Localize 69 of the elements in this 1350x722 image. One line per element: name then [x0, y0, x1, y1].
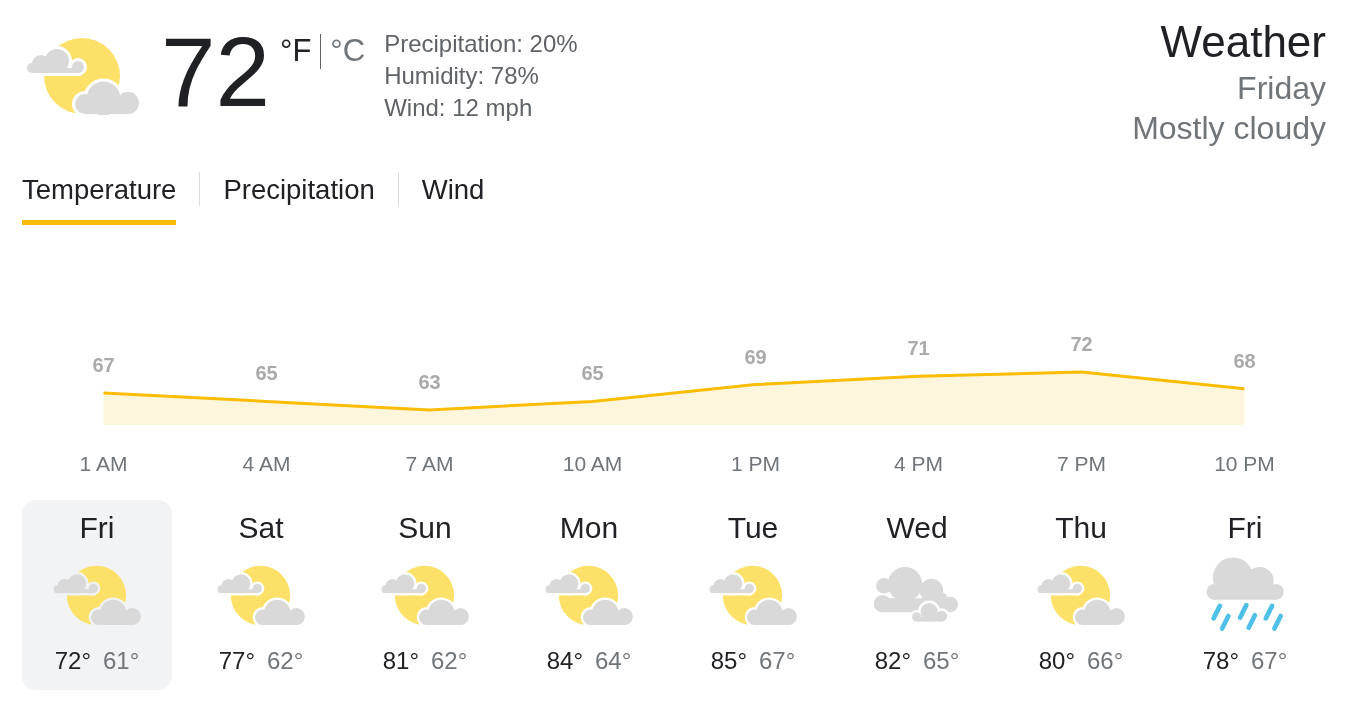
high-temp: 84°: [546, 646, 583, 676]
sun-cloud-icon: [215, 564, 307, 626]
low-temp: 67°: [1251, 646, 1288, 676]
sun-cloud-icon: [51, 564, 143, 626]
data-label: 72: [1070, 333, 1093, 355]
day-name: Tue: [727, 510, 779, 546]
sun-cloud-icon: [25, 37, 141, 115]
weather-title: Weather: [1160, 16, 1326, 68]
data-label: 71: [907, 337, 930, 360]
low-temp: 64°: [595, 646, 632, 676]
sun-cloud-icon: [379, 564, 471, 626]
low-temp: 62°: [267, 646, 304, 676]
day-text: Friday: [1237, 69, 1326, 108]
sun-cloud-icon: [1035, 564, 1127, 626]
axis-label: 10 AM: [562, 452, 623, 475]
day-name: Wed: [886, 510, 948, 546]
cloud-icon: [873, 566, 961, 624]
weather-detail: Precipitation: 20%: [384, 29, 578, 59]
axis-label: 1 AM: [79, 452, 128, 475]
day-card[interactable]: Sat 77° 62°: [186, 500, 336, 690]
tab[interactable]: Wind: [421, 174, 485, 225]
high-temp: 80°: [1038, 646, 1075, 676]
tab[interactable]: Temperature: [22, 174, 177, 225]
sun-cloud-icon: [543, 564, 635, 626]
low-temp: 61°: [103, 646, 140, 676]
tab[interactable]: Precipitation: [223, 174, 375, 225]
sun-cloud-icon: [707, 564, 799, 626]
day-name: Fri: [1227, 510, 1263, 546]
day-card[interactable]: Mon 84° 64°: [514, 500, 664, 690]
data-label: 63: [418, 370, 441, 393]
day-card[interactable]: Thu 80° 66°: [1006, 500, 1156, 690]
high-temp: 81°: [382, 646, 419, 676]
high-temp: 78°: [1202, 646, 1239, 676]
data-label: 65: [255, 362, 278, 385]
axis-label: 10 PM: [1214, 452, 1275, 475]
rain-cloud-icon: [1204, 556, 1286, 634]
data-label: 68: [1233, 349, 1256, 372]
day-name: Fri: [79, 510, 115, 546]
day-card[interactable]: Wed 82° 65°: [842, 500, 992, 690]
temperature-value: 72: [161, 23, 270, 121]
weather-detail: Wind: 12 mph: [384, 93, 534, 123]
low-temp: 65°: [923, 646, 960, 676]
unit-button[interactable]: °C: [330, 33, 366, 69]
unit-button[interactable]: °F: [280, 33, 312, 69]
data-label: 69: [744, 345, 767, 368]
low-temp: 66°: [1087, 646, 1124, 676]
day-name: Sat: [238, 510, 284, 546]
high-temp: 77°: [218, 646, 255, 676]
day-card[interactable]: Tue 85° 67°: [678, 500, 828, 690]
axis-label: 1 PM: [731, 452, 780, 475]
axis-label: 7 PM: [1057, 452, 1106, 475]
condition-text: Mostly cloudy: [1132, 109, 1326, 148]
day-name: Mon: [559, 510, 619, 546]
low-temp: 62°: [431, 646, 468, 676]
high-temp: 85°: [710, 646, 747, 676]
day-card[interactable]: Fri 72° 61°: [22, 500, 172, 690]
day-card[interactable]: Fri 78° 67°: [1170, 500, 1320, 690]
day-name: Sun: [398, 510, 452, 546]
low-temp: 67°: [759, 646, 796, 676]
weather-detail: Humidity: 78%: [384, 61, 540, 91]
axis-label: 7 AM: [405, 452, 454, 475]
axis-label: 4 AM: [242, 452, 291, 475]
high-temp: 82°: [874, 646, 911, 676]
axis-label: 4 PM: [894, 452, 943, 475]
high-temp: 72°: [54, 646, 91, 676]
day-card[interactable]: Sun 81° 62°: [350, 500, 500, 690]
day-name: Thu: [1055, 510, 1107, 546]
data-label: 65: [581, 362, 604, 385]
data-label: 67: [92, 354, 115, 376]
